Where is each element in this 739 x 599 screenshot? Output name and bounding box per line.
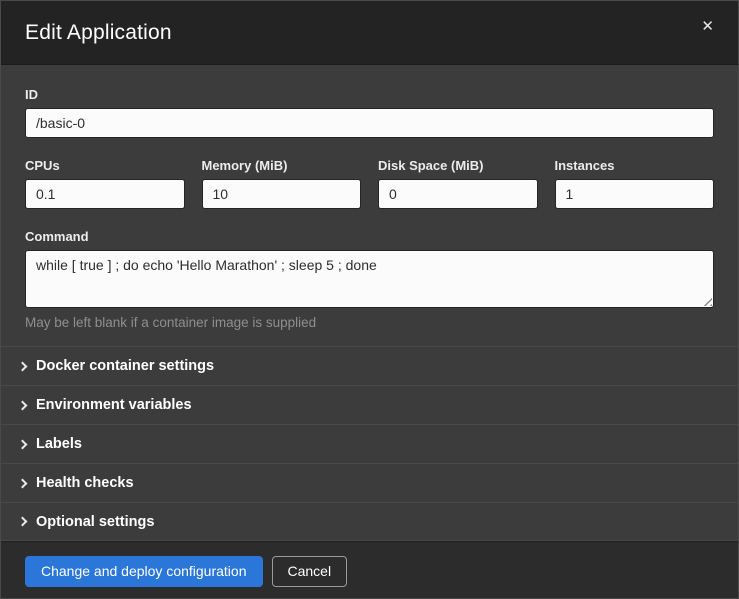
disk-space-field-group: Disk Space (MiB) (378, 158, 538, 209)
edit-application-modal: Edit Application ✕ ID CPUs Memory (MiB) … (0, 0, 739, 599)
command-label: Command (25, 229, 714, 244)
section-label: Labels (36, 436, 82, 452)
chevron-right-icon (18, 439, 28, 449)
close-icon: ✕ (701, 18, 714, 35)
memory-input[interactable] (202, 179, 362, 209)
deploy-button[interactable]: Change and deploy configuration (25, 556, 263, 587)
section-label: Health checks (36, 475, 134, 491)
disk-space-label: Disk Space (MiB) (378, 158, 538, 173)
section-label: Docker container settings (36, 358, 214, 374)
instances-field-group: Instances (555, 158, 715, 209)
modal-body: ID CPUs Memory (MiB) Disk Space (MiB) In… (1, 65, 738, 541)
cpus-label: CPUs (25, 158, 185, 173)
cpus-field-group: CPUs (25, 158, 185, 209)
memory-label: Memory (MiB) (202, 158, 362, 173)
command-textarea[interactable]: while [ true ] ; do echo 'Hello Marathon… (25, 250, 714, 308)
command-help-text: May be left blank if a container image i… (25, 315, 714, 330)
section-label: Environment variables (36, 397, 192, 413)
chevron-right-icon (18, 517, 28, 527)
chevron-right-icon (18, 478, 28, 488)
section-environment-variables[interactable]: Environment variables (1, 385, 738, 424)
chevron-right-icon (18, 361, 28, 371)
instances-label: Instances (555, 158, 715, 173)
id-input[interactable] (25, 108, 714, 138)
id-label: ID (25, 87, 714, 102)
section-labels[interactable]: Labels (1, 424, 738, 463)
cancel-button[interactable]: Cancel (272, 556, 348, 587)
command-field-group: Command while [ true ] ; do echo 'Hello … (25, 229, 714, 346)
section-label: Optional settings (36, 514, 154, 530)
modal-title: Edit Application (25, 21, 172, 45)
id-field-group: ID (25, 87, 714, 138)
instances-input[interactable] (555, 179, 715, 209)
close-button[interactable]: ✕ (697, 15, 718, 38)
modal-header: Edit Application ✕ (1, 1, 738, 65)
memory-field-group: Memory (MiB) (202, 158, 362, 209)
resource-fields-row: CPUs Memory (MiB) Disk Space (MiB) Insta… (25, 158, 714, 209)
modal-footer: Change and deploy configuration Cancel (1, 541, 738, 599)
collapsible-sections: Docker container settings Environment va… (1, 346, 738, 541)
cpus-input[interactable] (25, 179, 185, 209)
section-docker-container-settings[interactable]: Docker container settings (1, 346, 738, 385)
command-textarea-wrap: while [ true ] ; do echo 'Hello Marathon… (25, 250, 714, 308)
disk-space-input[interactable] (378, 179, 538, 209)
section-health-checks[interactable]: Health checks (1, 463, 738, 502)
chevron-right-icon (18, 400, 28, 410)
section-optional-settings[interactable]: Optional settings (1, 502, 738, 541)
